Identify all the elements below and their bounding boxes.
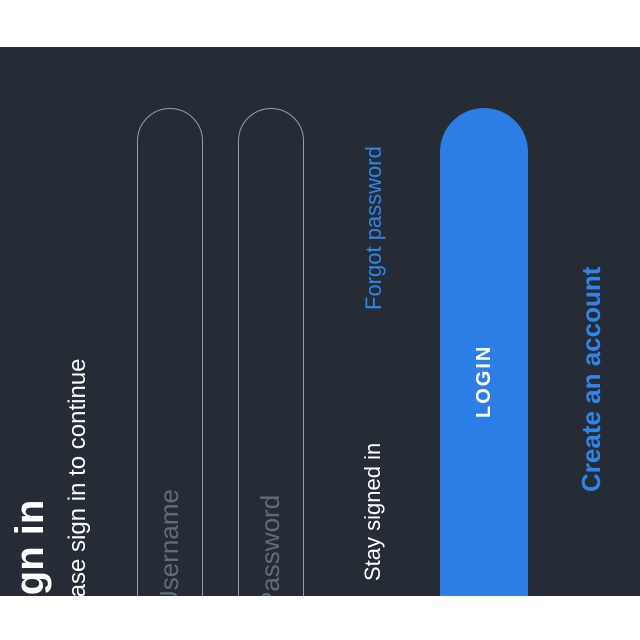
password-placeholder: Password xyxy=(255,494,285,596)
stay-signed-in-label[interactable]: Stay signed in xyxy=(360,443,386,581)
login-button-label[interactable]: LOGIN xyxy=(472,345,496,418)
page-subtitle: Please sign in to continue xyxy=(64,358,91,596)
create-account-link[interactable]: Create an account xyxy=(576,267,606,492)
bottom-margin xyxy=(0,596,640,640)
forgot-password-link[interactable]: Forgot password xyxy=(361,146,387,310)
top-margin xyxy=(0,0,640,47)
sign-in-screen: Sign in Please sign in to continue Usern… xyxy=(0,47,640,596)
page-title: Sign in xyxy=(8,499,52,596)
username-placeholder: Username xyxy=(154,489,184,596)
